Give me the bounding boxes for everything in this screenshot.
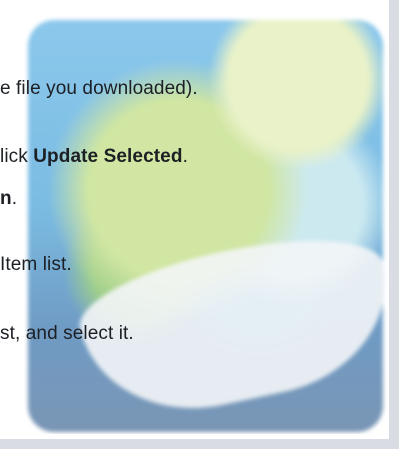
bottom-border <box>0 439 399 449</box>
right-border <box>389 0 399 449</box>
instruction-step-1: e file you downloaded). <box>0 78 198 100</box>
instruction-text: lick <box>0 146 34 167</box>
bold-fragment: n <box>0 188 12 209</box>
content-frame: e file you downloaded). lick Update Sele… <box>0 8 388 434</box>
instruction-step-2: lick Update Selected. <box>0 146 188 168</box>
instruction-text: st, and select it. <box>0 323 134 344</box>
instruction-text: . <box>182 146 188 167</box>
instruction-step-4: Item list. <box>0 254 72 276</box>
update-selected-label: Update Selected <box>33 146 183 167</box>
instruction-step-3: n. <box>0 188 17 210</box>
instruction-text: e file you downloaded). <box>0 78 198 99</box>
instruction-step-5: st, and select it. <box>0 323 134 345</box>
instruction-text: Item list. <box>0 254 72 275</box>
instruction-text: . <box>11 188 18 209</box>
